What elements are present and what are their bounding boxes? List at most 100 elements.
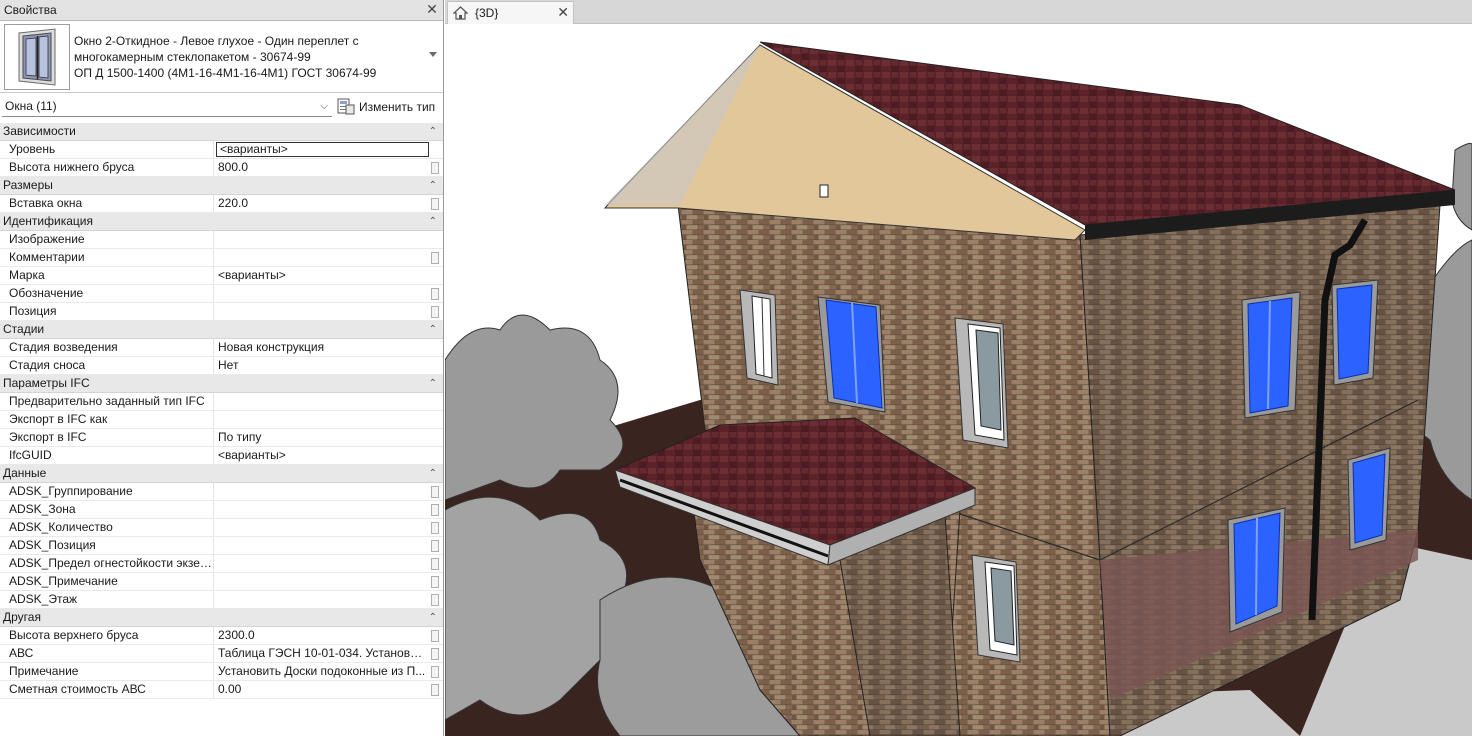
- property-row[interactable]: Уровень <варианты>: [0, 141, 443, 159]
- close-icon[interactable]: ✕: [425, 2, 439, 17]
- window-right-1: [1241, 291, 1301, 419]
- property-value[interactable]: <варианты>: [215, 267, 427, 284]
- type-name-line3: ОП Д 1500-1400 (4М1-16-4М1-16-4М1) ГОСТ …: [74, 66, 377, 80]
- property-row[interactable]: Высота верхнего бруса 2300.0: [0, 627, 443, 645]
- property-value[interactable]: [215, 555, 427, 572]
- property-row[interactable]: IfcGUID <варианты>: [0, 447, 443, 465]
- associate-parameter-button[interactable]: [431, 558, 439, 570]
- property-row[interactable]: ADSK_Позиция: [0, 537, 443, 555]
- property-name: ADSK_Группирование: [0, 483, 214, 500]
- property-row[interactable]: Высота нижнего бруса 800.0: [0, 159, 443, 177]
- property-row[interactable]: Изображение: [0, 231, 443, 249]
- property-value[interactable]: Новая конструкция: [215, 339, 427, 356]
- property-value[interactable]: <варианты>: [216, 142, 429, 157]
- associate-parameter-button[interactable]: [431, 252, 439, 264]
- collapse-icon[interactable]: ⌃: [429, 123, 437, 140]
- 3d-viewport[interactable]: [445, 25, 1472, 736]
- tab-3d[interactable]: {3D} ✕: [447, 1, 574, 24]
- section-header[interactable]: Данные ⌃: [0, 465, 443, 483]
- property-row[interactable]: ADSK_Этаж: [0, 591, 443, 609]
- property-value[interactable]: [215, 393, 427, 410]
- type-dropdown-icon[interactable]: [429, 52, 437, 57]
- property-value[interactable]: [215, 303, 427, 320]
- property-value[interactable]: Установить Доски подоконные из П...: [215, 663, 427, 680]
- property-value[interactable]: [215, 285, 427, 302]
- property-value[interactable]: [215, 573, 427, 590]
- associate-parameter-button[interactable]: [431, 306, 439, 318]
- type-selector[interactable]: Окно 2-Откидное - Левое глухое - Один пе…: [0, 22, 443, 93]
- associate-parameter-button[interactable]: [431, 486, 439, 498]
- associate-parameter-button[interactable]: [431, 630, 439, 642]
- associate-parameter-button[interactable]: [431, 162, 439, 174]
- category-filter[interactable]: Окна (11) ⌵: [2, 96, 332, 117]
- edit-type-label: Изменить тип: [359, 99, 436, 114]
- property-row[interactable]: ADSK_Группирование: [0, 483, 443, 501]
- property-value[interactable]: [215, 249, 427, 266]
- property-value[interactable]: 220.0: [215, 195, 427, 212]
- property-row[interactable]: ADSK_Зона: [0, 501, 443, 519]
- associate-parameter-button[interactable]: [431, 522, 439, 534]
- collapse-icon[interactable]: ⌃: [429, 375, 437, 392]
- associate-parameter-button[interactable]: [431, 288, 439, 300]
- property-row[interactable]: Экспорт в IFC По типу: [0, 429, 443, 447]
- associate-parameter-button[interactable]: [431, 648, 439, 660]
- collapse-icon[interactable]: ⌃: [429, 213, 437, 230]
- property-row[interactable]: Обозначение: [0, 285, 443, 303]
- property-value[interactable]: [215, 501, 427, 518]
- section-header[interactable]: Стадии ⌃: [0, 321, 443, 339]
- property-value[interactable]: 2300.0: [215, 627, 427, 644]
- property-row[interactable]: Марка <варианты>: [0, 267, 443, 285]
- property-row[interactable]: Экспорт в IFC как: [0, 411, 443, 429]
- property-row[interactable]: Примечание Установить Доски подоконные из…: [0, 663, 443, 681]
- associate-parameter-button[interactable]: [431, 666, 439, 678]
- close-icon[interactable]: ✕: [557, 4, 569, 21]
- section-header[interactable]: Идентификация ⌃: [0, 213, 443, 231]
- property-value[interactable]: [215, 519, 427, 536]
- section-header[interactable]: Параметры IFC ⌃: [0, 375, 443, 393]
- section-header[interactable]: Размеры ⌃: [0, 177, 443, 195]
- associate-parameter-button[interactable]: [431, 594, 439, 606]
- property-name: IfcGUID: [0, 447, 214, 464]
- property-value[interactable]: [215, 591, 427, 608]
- property-value[interactable]: [215, 411, 427, 428]
- window-thumbnail: [4, 24, 70, 90]
- section-header[interactable]: Другая ⌃: [0, 609, 443, 627]
- property-row[interactable]: Предварительно заданный тип IFC: [0, 393, 443, 411]
- property-row[interactable]: ADSK_Предел огнестойкости экзем...: [0, 555, 443, 573]
- section-header[interactable]: Зависимости ⌃: [0, 123, 443, 141]
- associate-parameter-button[interactable]: [431, 540, 439, 552]
- property-value[interactable]: Нет: [215, 357, 427, 374]
- collapse-icon[interactable]: ⌃: [429, 321, 437, 338]
- section-title: Другая: [3, 610, 41, 624]
- property-row[interactable]: Сметная стоимость АВС 0.00: [0, 681, 443, 699]
- property-row[interactable]: Позиция: [0, 303, 443, 321]
- property-value[interactable]: [215, 537, 427, 554]
- property-value[interactable]: 800.0: [215, 159, 427, 176]
- property-value[interactable]: <варианты>: [215, 447, 427, 464]
- property-row[interactable]: Стадия возведения Новая конструкция: [0, 339, 443, 357]
- property-name: Экспорт в IFC: [0, 429, 214, 446]
- property-value[interactable]: По типу: [215, 429, 427, 446]
- property-row[interactable]: Комментарии: [0, 249, 443, 267]
- property-value[interactable]: [215, 483, 427, 500]
- property-row[interactable]: ADSK_Количество: [0, 519, 443, 537]
- collapse-icon[interactable]: ⌃: [429, 465, 437, 482]
- edit-type-button[interactable]: Изменить тип: [337, 96, 440, 117]
- collapse-icon[interactable]: ⌃: [429, 177, 437, 194]
- property-row[interactable]: АВС Таблица ГЭСН 10-01-034. Установка ...: [0, 645, 443, 663]
- associate-parameter-button[interactable]: [431, 504, 439, 516]
- property-value[interactable]: 0.00: [215, 681, 427, 698]
- property-row[interactable]: ADSK_Примечание: [0, 573, 443, 591]
- collapse-icon[interactable]: ⌃: [429, 609, 437, 626]
- window-lower-1: [971, 554, 1021, 663]
- property-value[interactable]: [215, 231, 427, 248]
- type-name-line2: многокамерным стеклопакетом - 30674-99: [74, 50, 311, 64]
- property-name: ADSK_Предел огнестойкости экзем...: [0, 555, 214, 572]
- associate-parameter-button[interactable]: [431, 576, 439, 588]
- associate-parameter-button[interactable]: [431, 684, 439, 696]
- property-name: Высота верхнего бруса: [0, 627, 214, 644]
- property-row[interactable]: Стадия сноса Нет: [0, 357, 443, 375]
- property-value[interactable]: Таблица ГЭСН 10-01-034. Установка ...: [215, 645, 427, 662]
- associate-parameter-button[interactable]: [431, 198, 439, 210]
- property-row[interactable]: Вставка окна 220.0: [0, 195, 443, 213]
